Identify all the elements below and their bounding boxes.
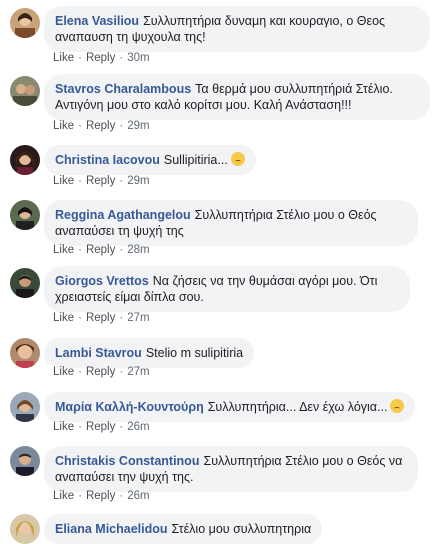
commenter-name[interactable]: Stavros Charalambous [55,82,191,96]
avatar[interactable] [10,338,40,368]
reply-link[interactable]: Reply [86,366,115,378]
timestamp[interactable]: 29m [127,120,149,132]
timestamp[interactable]: 29m [127,175,149,187]
commenter-name[interactable]: Christakis Constantinou [55,454,199,468]
comment-bubble: Lambi Stavrou Stelio m sulipitiria [44,338,255,368]
reply-link[interactable]: Reply [86,244,115,256]
comment-bubble: Μαρία Καλλή-Κουντούρη Συλλυπητήρια... Δεν… [44,392,416,422]
commenter-name[interactable]: Elena Vasiliou [55,14,139,28]
avatar[interactable] [10,446,40,476]
reply-link[interactable]: Reply [86,175,115,187]
commenter-name[interactable]: Reggina Agathangelou [55,208,191,222]
commenter-name[interactable]: Eliana Michaelidou [55,522,168,536]
like-link[interactable]: Like [53,490,74,502]
comment-actions: Like · Reply · 26m [53,421,150,433]
reply-link[interactable]: Reply [86,421,115,433]
comment-actions: Like · Reply · 27m [53,366,150,378]
commenter-name[interactable]: Lambi Stavrou [55,346,142,360]
comment-actions: Like · Reply · 29m [53,175,150,187]
timestamp[interactable]: 30m [127,52,149,64]
comment-bubble: Christina Iacovou Sullipitiria... [44,145,256,175]
reply-link[interactable]: Reply [86,52,115,64]
crying-emoji-icon [390,399,405,413]
timestamp[interactable]: 26m [127,421,149,433]
like-link[interactable]: Like [53,120,74,132]
avatar[interactable] [10,76,40,106]
comment-bubble: Stavros Charalambous Τα θερμά μου συλλυπη… [44,74,430,120]
comment-text: Στέλιο μου συλλυπητηρια [171,522,312,536]
reply-link[interactable]: Reply [86,120,115,132]
sad-emoji-icon [230,152,245,166]
avatar[interactable] [10,392,40,422]
comment-bubble: Reggina Agathangelou Συλλυπητήρια Στέλιο … [44,200,418,246]
like-link[interactable]: Like [53,175,74,187]
like-link[interactable]: Like [53,244,74,256]
avatar[interactable] [10,200,40,230]
comment-bubble: Elena Vasiliou Συλλυπητήρια δυναμη και κο… [44,6,430,52]
timestamp[interactable]: 27m [127,312,149,324]
comment-text: Stelio m sulipitiria [145,346,244,360]
timestamp[interactable]: 28m [127,244,149,256]
comment-actions: Like · Reply · 26m [53,490,150,502]
comment-text: Συλλυπητήρια... Δεν έχω λόγια... [207,400,388,414]
timestamp[interactable]: 26m [127,490,149,502]
commenter-name[interactable]: Μαρία Καλλή-Κουντούρη [55,400,204,414]
avatar[interactable] [10,145,40,175]
like-link[interactable]: Like [53,312,74,324]
avatar[interactable] [10,268,40,298]
like-link[interactable]: Like [53,52,74,64]
like-link[interactable]: Like [53,366,74,378]
comment-text: Sullipitiria... [163,153,228,167]
comment-actions: Like · Reply · 29m [53,120,150,132]
comment-actions: Like · Reply · 30m [53,52,150,64]
commenter-name[interactable]: Christina Iacovou [55,153,160,167]
commenter-name[interactable]: Giorgos Vrettos [55,274,149,288]
comment-bubble: Christakis Constantinou Συλλυπητήρια Στέλ… [44,446,418,492]
comment-bubble: Giorgos Vrettos Να ζήσεις να την θυμάσαι … [44,266,410,312]
comment-actions: Like · Reply · 28m [53,244,150,256]
avatar[interactable] [10,8,40,38]
comment-actions: Like · Reply · 27m [53,312,150,324]
like-link[interactable]: Like [53,421,74,433]
reply-link[interactable]: Reply [86,490,115,502]
reply-link[interactable]: Reply [86,312,115,324]
timestamp[interactable]: 27m [127,366,149,378]
